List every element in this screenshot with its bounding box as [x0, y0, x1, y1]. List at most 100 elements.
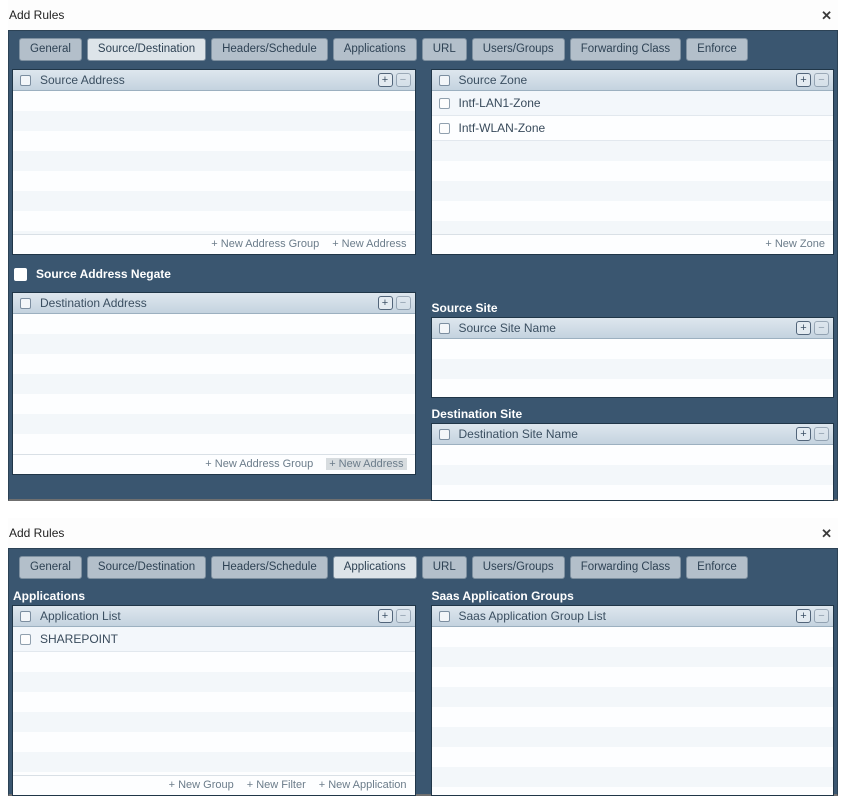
- right-column: Saas Application Groups Saas Application…: [431, 587, 835, 796]
- new-address-link[interactable]: + New Address: [332, 238, 406, 250]
- new-application-link[interactable]: + New Application: [319, 779, 407, 791]
- source-address-header: Source Address + −: [13, 70, 415, 91]
- applications-label: Applications: [13, 589, 415, 603]
- destination-address-actions: + −: [378, 296, 411, 310]
- dialog-titlebar: Add Rules ✕: [8, 0, 838, 30]
- application-list-panel: Application List + − SHAREPOINT + New Gr…: [12, 605, 416, 796]
- close-icon[interactable]: ✕: [821, 527, 832, 540]
- tab-enforce[interactable]: Enforce: [686, 556, 748, 579]
- destination-site-label: Destination Site: [432, 407, 834, 421]
- tab-forwarding-class[interactable]: Forwarding Class: [570, 556, 681, 579]
- source-address-negate-row[interactable]: Source Address Negate: [14, 264, 414, 284]
- add-icon[interactable]: +: [796, 321, 811, 335]
- source-zone-panel: Source Zone + − Intf-LAN1-Zone Intf-WLAN…: [431, 69, 835, 255]
- source-zone-header: Source Zone + −: [432, 70, 834, 91]
- saas-application-group-list-header: Saas Application Group List + −: [432, 606, 834, 627]
- saas-application-group-list-body: [432, 627, 834, 795]
- tab-users-groups[interactable]: Users/Groups: [472, 38, 565, 61]
- remove-icon[interactable]: −: [396, 296, 411, 310]
- dialog-title: Add Rules: [9, 8, 64, 22]
- tab-forwarding-class[interactable]: Forwarding Class: [570, 38, 681, 61]
- destination-site-list: [432, 445, 834, 500]
- destination-site-title: Destination Site Name: [459, 427, 788, 441]
- source-site-select-all-checkbox[interactable]: [439, 323, 450, 334]
- right-column: Source Zone + − Intf-LAN1-Zone Intf-WLAN…: [431, 69, 835, 501]
- new-address-group-link[interactable]: + New Address Group: [211, 238, 319, 250]
- remove-icon[interactable]: −: [396, 609, 411, 623]
- dialog-gap: [0, 501, 844, 518]
- source-address-negate-checkbox[interactable]: [14, 268, 27, 281]
- destination-site-header: Destination Site Name + −: [432, 424, 834, 445]
- source-address-negate-label: Source Address Negate: [36, 267, 171, 281]
- remove-icon[interactable]: −: [396, 73, 411, 87]
- source-address-title: Source Address: [40, 73, 369, 87]
- saas-application-groups-label: Saas Application Groups: [432, 589, 834, 603]
- add-icon[interactable]: +: [378, 609, 393, 623]
- application-list-header: Application List + −: [13, 606, 415, 627]
- tab-general[interactable]: General: [19, 556, 82, 579]
- saas-group-actions: + −: [796, 609, 829, 623]
- tab-headers-schedule[interactable]: Headers/Schedule: [211, 556, 328, 579]
- tab-source-destination[interactable]: Source/Destination: [87, 556, 206, 579]
- saas-application-group-list-panel: Saas Application Group List + −: [431, 605, 835, 796]
- application-list-select-all-checkbox[interactable]: [20, 611, 31, 622]
- source-zone-select-all-checkbox[interactable]: [439, 75, 450, 86]
- dialog-body-panel: General Source/Destination Headers/Sched…: [8, 548, 838, 796]
- remove-icon[interactable]: −: [814, 609, 829, 623]
- dialog-body-panel: General Source/Destination Headers/Sched…: [8, 30, 838, 501]
- left-column: Source Address + − + New Address Group +…: [12, 69, 416, 501]
- tab-content: Source Address + − + New Address Group +…: [12, 69, 834, 501]
- remove-icon[interactable]: −: [814, 321, 829, 335]
- source-address-footer: + New Address Group + New Address: [13, 234, 415, 254]
- tab-url[interactable]: URL: [422, 556, 467, 579]
- source-site-label: Source Site: [432, 301, 834, 315]
- destination-site-actions: + −: [796, 427, 829, 441]
- tab-users-groups[interactable]: Users/Groups: [472, 556, 565, 579]
- source-address-select-all-checkbox[interactable]: [20, 75, 31, 86]
- add-icon[interactable]: +: [378, 73, 393, 87]
- tab-content: Applications Application List + − SHAREP…: [12, 587, 834, 796]
- add-icon[interactable]: +: [796, 427, 811, 441]
- close-icon[interactable]: ✕: [821, 9, 832, 22]
- tab-applications[interactable]: Applications: [333, 556, 417, 579]
- destination-site-select-all-checkbox[interactable]: [439, 429, 450, 440]
- add-icon[interactable]: +: [796, 609, 811, 623]
- destination-address-list: [13, 314, 415, 454]
- application-list-body: [13, 652, 415, 775]
- add-icon[interactable]: +: [796, 73, 811, 87]
- source-address-list: [13, 91, 415, 234]
- new-address-link[interactable]: + New Address: [326, 458, 406, 470]
- tab-source-destination[interactable]: Source/Destination: [87, 38, 206, 61]
- list-item-zone[interactable]: Intf-WLAN-Zone: [432, 116, 834, 141]
- destination-address-select-all-checkbox[interactable]: [20, 298, 31, 309]
- row-checkbox[interactable]: [439, 98, 450, 109]
- list-item-zone[interactable]: Intf-LAN1-Zone: [432, 91, 834, 116]
- destination-address-footer: + New Address Group + New Address: [13, 454, 415, 474]
- destination-site-panel: Destination Site Name + −: [431, 423, 835, 501]
- remove-icon[interactable]: −: [814, 427, 829, 441]
- add-rules-dialog-source-destination: Add Rules ✕ General Source/Destination H…: [8, 0, 838, 501]
- new-zone-link[interactable]: + New Zone: [765, 238, 825, 250]
- remove-icon[interactable]: −: [814, 73, 829, 87]
- row-checkbox[interactable]: [20, 634, 31, 645]
- new-filter-link[interactable]: + New Filter: [247, 779, 306, 791]
- tab-general[interactable]: General: [19, 38, 82, 61]
- new-group-link[interactable]: + New Group: [169, 779, 234, 791]
- source-zone-title: Source Zone: [459, 73, 788, 87]
- row-checkbox[interactable]: [439, 123, 450, 134]
- tab-applications[interactable]: Applications: [333, 38, 417, 61]
- source-site-list: [432, 339, 834, 397]
- source-site-actions: + −: [796, 321, 829, 335]
- tab-url[interactable]: URL: [422, 38, 467, 61]
- tab-enforce[interactable]: Enforce: [686, 38, 748, 61]
- saas-application-group-list-title: Saas Application Group List: [459, 609, 788, 623]
- list-item-application[interactable]: SHAREPOINT: [13, 627, 415, 652]
- saas-group-select-all-checkbox[interactable]: [439, 611, 450, 622]
- new-address-group-link[interactable]: + New Address Group: [205, 458, 313, 470]
- add-icon[interactable]: +: [378, 296, 393, 310]
- zone-name: Intf-LAN1-Zone: [459, 96, 541, 110]
- destination-address-header: Destination Address + −: [13, 293, 415, 314]
- add-rules-dialog-applications: Add Rules ✕ General Source/Destination H…: [8, 518, 838, 796]
- tab-headers-schedule[interactable]: Headers/Schedule: [211, 38, 328, 61]
- application-list-footer: + New Group + New Filter + New Applicati…: [13, 775, 415, 795]
